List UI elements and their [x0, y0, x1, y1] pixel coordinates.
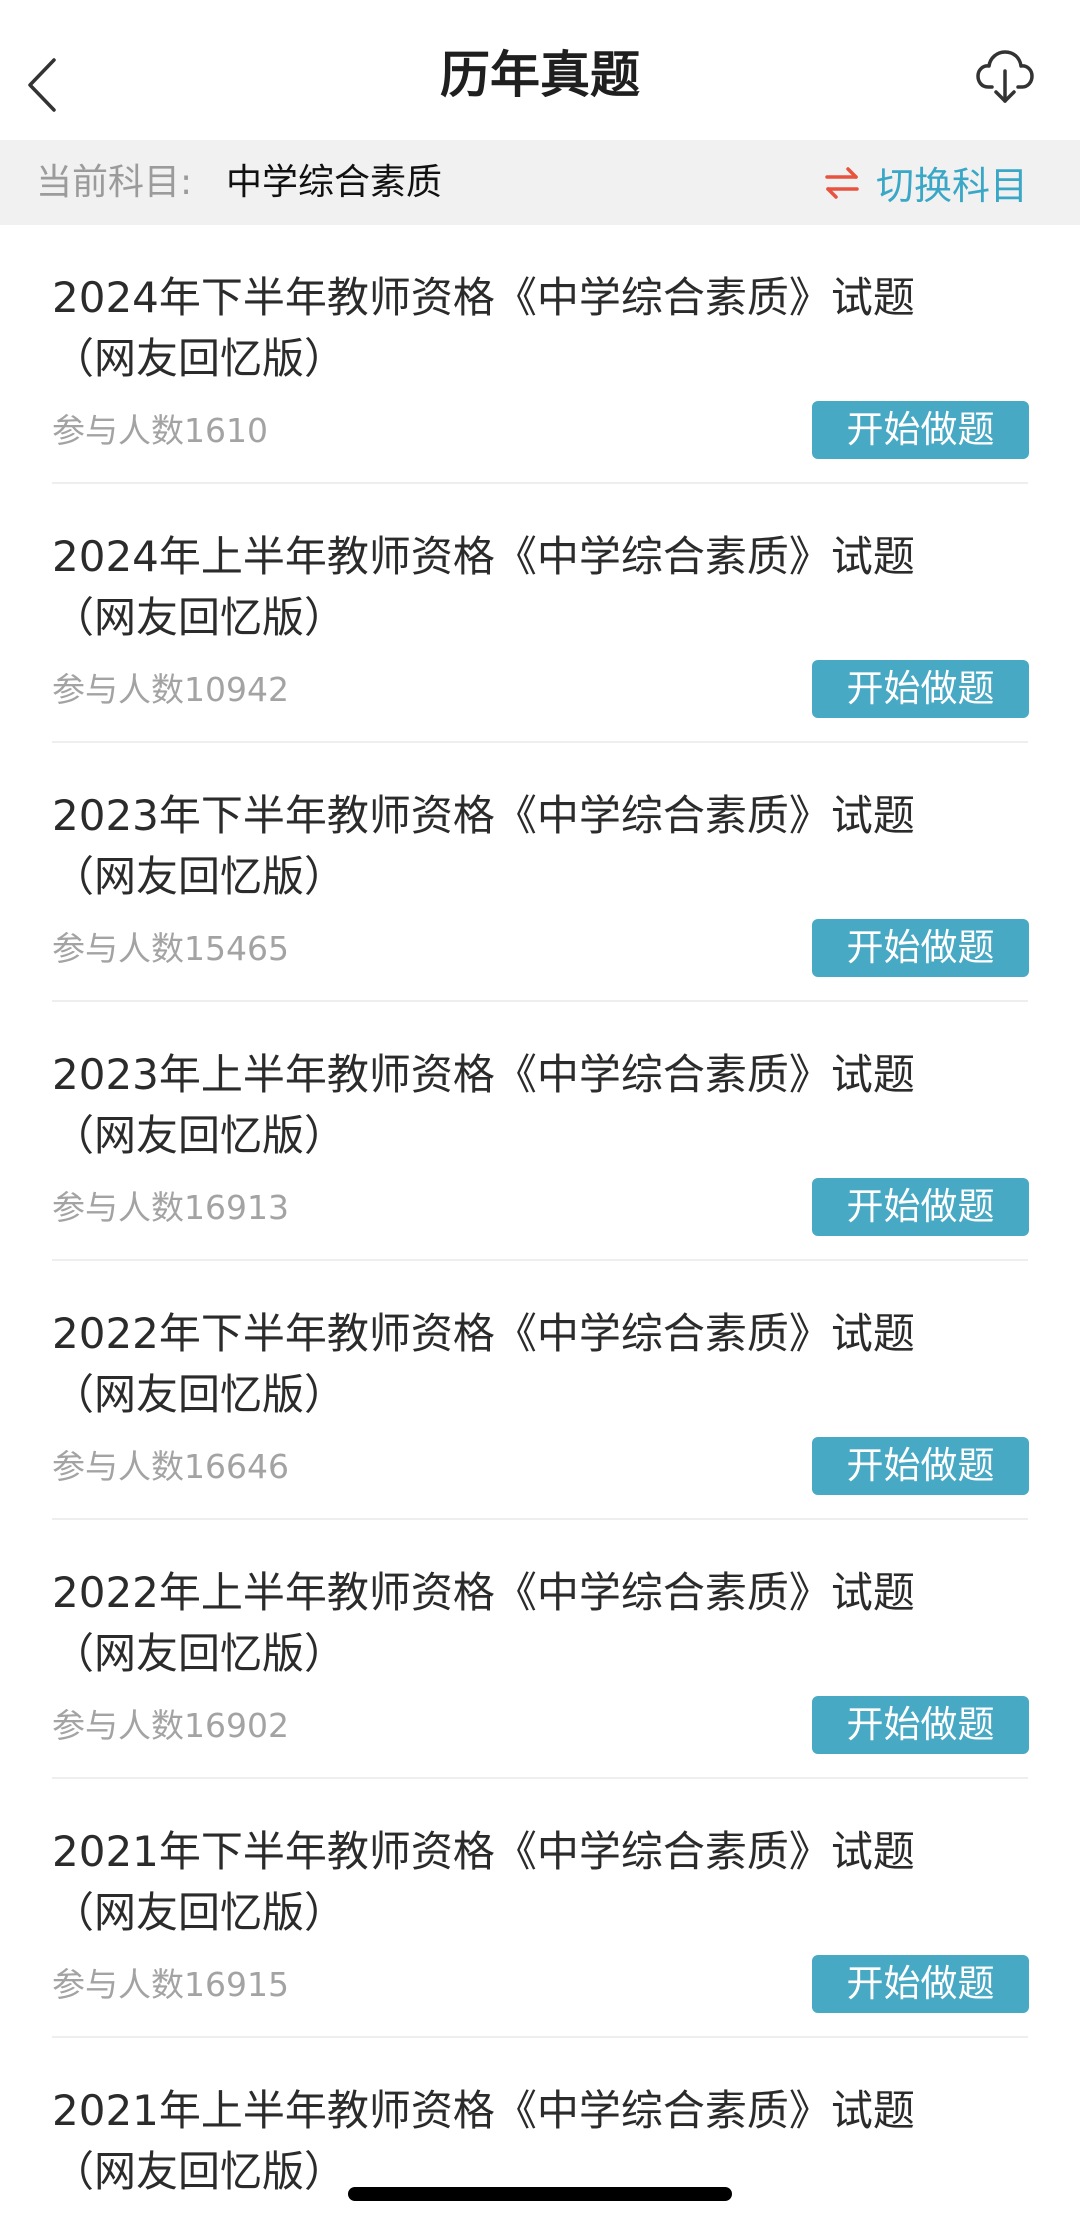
- exam-list-item[interactable]: 2021年下半年教师资格《中学综合素质》试题（网友回忆版） 参与人数16915 …: [0, 1779, 1080, 2038]
- exam-list-item[interactable]: 2022年下半年教师资格《中学综合素质》试题（网友回忆版） 参与人数16646 …: [0, 1261, 1080, 1520]
- exam-title: 2024年下半年教师资格《中学综合素质》试题（网友回忆版）: [52, 273, 915, 383]
- start-practice-button[interactable]: 开始做题: [812, 919, 1029, 977]
- exam-title: 2021年下半年教师资格《中学综合素质》试题（网友回忆版）: [52, 1827, 915, 1937]
- page: 历年真题 当前科目: 中学综合素质 切换科目 2024年下半年教师资格《中学综合…: [0, 0, 1080, 2224]
- participant-count: 参与人数10942: [52, 670, 289, 709]
- nav-header: 历年真题: [0, 0, 1080, 140]
- current-subject-label: 当前科目:: [36, 162, 193, 203]
- start-practice-button[interactable]: 开始做题: [812, 1178, 1029, 1236]
- exam-title: 2023年下半年教师资格《中学综合素质》试题（网友回忆版）: [52, 791, 915, 901]
- exam-title: 2024年上半年教师资格《中学综合素质》试题（网友回忆版）: [52, 532, 915, 642]
- start-practice-button[interactable]: 开始做题: [812, 1437, 1029, 1495]
- home-indicator[interactable]: [348, 2187, 732, 2201]
- exam-list-item[interactable]: 2022年上半年教师资格《中学综合素质》试题（网友回忆版） 参与人数16902 …: [0, 1520, 1080, 1779]
- current-subject-value: 中学综合素质: [226, 162, 443, 203]
- page-title: 历年真题: [440, 46, 640, 104]
- participant-count: 参与人数16646: [52, 1447, 289, 1486]
- exam-list-item[interactable]: 2024年上半年教师资格《中学综合素质》试题（网友回忆版） 参与人数10942 …: [0, 484, 1080, 743]
- start-practice-button[interactable]: 开始做题: [812, 660, 1029, 718]
- start-practice-button[interactable]: 开始做题: [812, 1696, 1029, 1754]
- exam-title: 2023年上半年教师资格《中学综合素质》试题（网友回忆版）: [52, 1050, 915, 1160]
- download-button[interactable]: [970, 45, 1040, 110]
- start-practice-button[interactable]: 开始做题: [812, 401, 1029, 459]
- cloud-download-icon: [976, 49, 1034, 103]
- exam-title: 2022年上半年教师资格《中学综合素质》试题（网友回忆版）: [52, 1568, 915, 1678]
- participant-count: 参与人数16915: [52, 1965, 289, 2004]
- participant-count: 参与人数16902: [52, 1706, 289, 1745]
- switch-subject-button[interactable]: 切换科目: [824, 140, 1028, 225]
- exam-title: 2022年下半年教师资格《中学综合素质》试题（网友回忆版）: [52, 1309, 915, 1419]
- participant-count: 参与人数1610: [52, 411, 268, 450]
- exam-list-item[interactable]: 2024年下半年教师资格《中学综合素质》试题（网友回忆版） 参与人数1610 开…: [0, 225, 1080, 484]
- switch-subject-label: 切换科目: [875, 164, 1028, 208]
- exam-list-item[interactable]: 2023年下半年教师资格《中学综合素质》试题（网友回忆版） 参与人数15465 …: [0, 743, 1080, 1002]
- start-practice-button[interactable]: 开始做题: [812, 1955, 1029, 2013]
- exam-title: 2021年上半年教师资格《中学综合素质》试题（网友回忆版）: [52, 2086, 915, 2196]
- current-subject-bar: 当前科目: 中学综合素质 切换科目: [0, 140, 1080, 225]
- participant-count: 参与人数15465: [52, 929, 289, 968]
- swap-arrows-icon: [824, 166, 860, 200]
- exam-list: 2024年下半年教师资格《中学综合素质》试题（网友回忆版） 参与人数1610 开…: [0, 225, 1080, 2224]
- exam-list-item[interactable]: 2023年上半年教师资格《中学综合素质》试题（网友回忆版） 参与人数16913 …: [0, 1002, 1080, 1261]
- participant-count: 参与人数16913: [52, 1188, 289, 1227]
